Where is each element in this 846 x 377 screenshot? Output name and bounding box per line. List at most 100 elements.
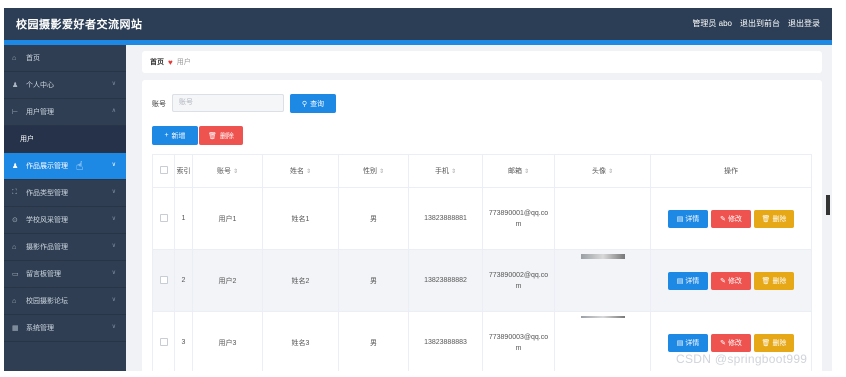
top-header: 校园摄影爱好者交流网站 管理员 abo 退出到前台 退出登录 <box>4 8 832 40</box>
delete-row-button[interactable]: 🗑 删除 <box>754 209 794 228</box>
detail-button[interactable]: ▤ 详情 <box>668 271 708 290</box>
search-icon: ⚲ <box>301 100 308 108</box>
cell-account: 用户3 <box>192 311 263 371</box>
user-icon: ♟ <box>12 82 19 89</box>
breadcrumb-current: 用户 <box>176 59 191 66</box>
site-title: 校园摄影爱好者交流网站 <box>16 19 143 31</box>
edit-button[interactable]: ✎ 修改 <box>711 271 751 290</box>
sort-icon[interactable]: ⇕ <box>608 169 613 175</box>
cell-index: 2 <box>174 249 193 312</box>
detail-button[interactable]: ▤ 详情 <box>668 209 708 228</box>
column-header-actions: 操作 <box>650 154 812 188</box>
column-header-avatar[interactable]: 头像 ⇕ <box>554 154 651 188</box>
sort-icon[interactable]: ⇕ <box>306 169 311 175</box>
sidebar: ⌂ 首页 ♟ 个人中心 ∨ ⊢ 用户管理 ∧ 用户 ♟ 作品展示管理 ☝ ∨ ⛶… <box>4 45 126 371</box>
sidebar-item-label: 摄影作品管理 <box>26 244 68 251</box>
file-icon: ▤ <box>676 215 684 223</box>
add-button-label: 新增 <box>171 132 186 140</box>
delete-button-label: 删除 <box>219 132 234 140</box>
sidebar-item-label: 作品展示管理 <box>26 163 68 170</box>
delete-row-button[interactable]: 🗑 删除 <box>754 271 794 290</box>
sidebar-item-forum[interactable]: ⌂ 校园摄影论坛 ∨ <box>4 288 126 315</box>
chevron-up-icon: ∧ <box>111 108 116 114</box>
sidebar-item-label: 个人中心 <box>26 82 54 89</box>
table-header-row: 索引 账号 ⇕ 姓名 ⇕ 性别 ⇕ 手机 ⇕ 邮箱 ⇕ 头像 ⇕ 操作 <box>152 154 812 188</box>
heart-icon: ♥ <box>168 57 173 67</box>
column-header-account[interactable]: 账号 ⇕ <box>192 154 263 188</box>
cell-account: 用户1 <box>192 187 263 250</box>
column-header-email[interactable]: 邮箱 ⇕ <box>482 154 555 188</box>
sidebar-item-works-display[interactable]: ♟ 作品展示管理 ☝ ∨ <box>4 153 126 180</box>
cell-gender: 男 <box>338 249 409 312</box>
sort-icon[interactable]: ⇕ <box>524 169 529 175</box>
sidebar-item-label: 用户 <box>20 136 34 143</box>
sidebar-item-label: 首页 <box>26 55 40 62</box>
sidebar-item-photo-works[interactable]: ⌂ 摄影作品管理 ∨ <box>4 234 126 261</box>
users-table: 索引 账号 ⇕ 姓名 ⇕ 性别 ⇕ 手机 ⇕ 邮箱 ⇕ 头像 ⇕ 操作 1 用户1 姓名1 … <box>152 154 812 371</box>
trash-icon: 🗑 <box>761 277 771 285</box>
delete-row-button[interactable]: 🗑 删除 <box>754 333 794 352</box>
sidebar-item-label: 学校风采管理 <box>26 217 68 224</box>
file-icon: ▤ <box>676 339 684 347</box>
sidebar-item-system[interactable]: ▦ 系统管理 ∨ <box>4 315 126 342</box>
scrollbar-handle[interactable] <box>826 195 830 215</box>
cell-phone: 13823888882 <box>408 249 483 312</box>
query-button[interactable]: ⚲ 查询 <box>290 94 336 113</box>
user-icon: ♟ <box>12 163 19 170</box>
cell-index: 1 <box>174 187 193 250</box>
sidebar-item-label: 校园摄影论坛 <box>26 298 68 305</box>
edit-button[interactable]: ✎ 修改 <box>711 209 751 228</box>
column-header-gender[interactable]: 性别 ⇕ <box>338 154 409 188</box>
sidebar-item-works-type[interactable]: ⛶ 作品类型管理 ∨ <box>4 180 126 207</box>
chevron-down-icon: ∨ <box>111 189 116 195</box>
cell-gender: 男 <box>338 187 409 250</box>
back-to-front-link[interactable]: 退出到前台 <box>740 18 780 29</box>
edit-button[interactable]: ✎ 修改 <box>711 333 751 352</box>
sidebar-item-user-mgmt[interactable]: ⊢ 用户管理 ∧ <box>4 99 126 126</box>
pencil-icon: ✎ <box>720 339 726 347</box>
account-search-input[interactable]: 账号 <box>172 94 284 112</box>
batch-delete-button[interactable]: 🗑 删除 <box>199 126 243 145</box>
cell-name: 姓名3 <box>262 311 339 371</box>
bank-icon: ⌂ <box>12 297 17 305</box>
column-header-name[interactable]: 姓名 ⇕ <box>262 154 339 188</box>
row-checkbox[interactable] <box>159 337 168 346</box>
pencil-icon: ✎ <box>720 277 726 285</box>
sidebar-item-personal[interactable]: ♟ 个人中心 ∨ <box>4 72 126 99</box>
breadcrumb-home[interactable]: 首页 <box>150 57 164 67</box>
column-header-index: 索引 <box>174 154 193 188</box>
cell-avatar <box>554 249 651 312</box>
cell-phone: 13823888881 <box>408 187 483 250</box>
sort-icon[interactable]: ⇕ <box>233 169 238 175</box>
compass-icon: ⊙ <box>12 217 18 224</box>
select-all-checkbox[interactable] <box>159 166 168 174</box>
cell-actions: ▤ 详情 ✎ 修改 🗑 删除 <box>650 249 812 312</box>
expand-icon: ⛶ <box>12 189 17 196</box>
detail-button[interactable]: ▤ 详情 <box>668 333 708 352</box>
sort-icon[interactable]: ⇕ <box>379 169 384 175</box>
home-icon: ⌂ <box>12 54 17 62</box>
chevron-down-icon: ∨ <box>111 216 116 222</box>
sidebar-item-school-style[interactable]: ⊙ 学校风采管理 ∨ <box>4 207 126 234</box>
search-label: 账号 <box>152 101 166 108</box>
select-all-checkbox-cell[interactable] <box>152 154 175 188</box>
cell-phone: 13823888883 <box>408 311 483 371</box>
sidebar-item-home[interactable]: ⌂ 首页 <box>4 45 126 72</box>
cell-index: 3 <box>174 311 193 371</box>
row-checkbox[interactable] <box>159 275 168 284</box>
cell-email: 773890003@qq.com <box>482 311 555 371</box>
logout-link[interactable]: 退出登录 <box>788 18 820 29</box>
sidebar-subitem-user[interactable]: 用户 <box>4 126 126 153</box>
cell-email: 773890001@qq.com <box>482 187 555 250</box>
row-checkbox[interactable] <box>159 213 168 222</box>
sidebar-item-message-board[interactable]: ▭ 留言板管理 ∨ <box>4 261 126 288</box>
chevron-down-icon: ∨ <box>111 162 116 168</box>
trash-icon: 🗑 <box>208 132 217 140</box>
table-row: 2 用户2 姓名2 男 13823888882 773890002@qq.com… <box>152 249 812 312</box>
add-button[interactable]: + 新增 <box>152 126 198 145</box>
hand-cursor-icon: ☝ <box>76 159 84 173</box>
chevron-down-icon: ∨ <box>111 270 116 276</box>
column-header-phone[interactable]: 手机 ⇕ <box>408 154 483 188</box>
users-icon: ⊢ <box>12 109 19 116</box>
sort-icon[interactable]: ⇕ <box>451 169 456 175</box>
